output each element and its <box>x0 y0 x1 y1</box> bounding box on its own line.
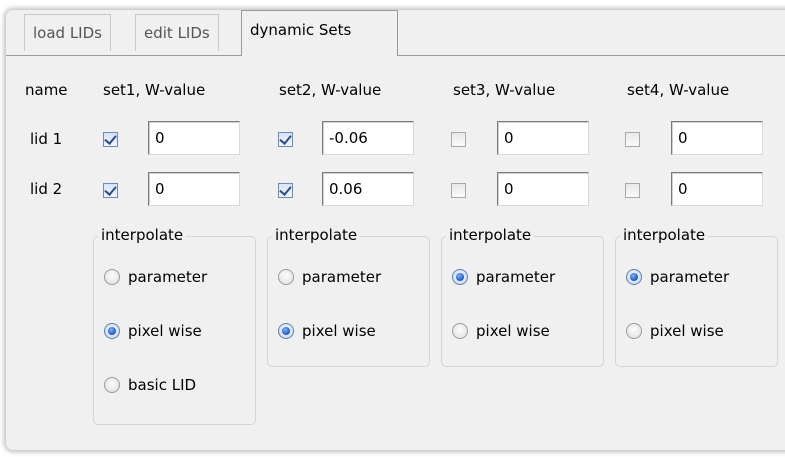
tab-bar: load LIDs edit LIDs dynamic Sets <box>0 0 785 56</box>
radio-set2-parameter[interactable] <box>278 269 294 285</box>
radio-label[interactable]: basic LID <box>128 375 196 395</box>
lid1-set3-checkbox[interactable] <box>451 132 466 147</box>
interpolate-group-set4: interpolate parameter pixel wise <box>615 225 778 367</box>
lid2-set4-value[interactable]: 0 <box>671 172 763 206</box>
lid2-set1-checkbox[interactable] <box>103 183 118 198</box>
lid1-set2-checkbox[interactable] <box>278 132 293 147</box>
radio-label[interactable]: parameter <box>128 267 207 287</box>
tab-dynamic-sets[interactable]: dynamic Sets <box>241 10 398 56</box>
radio-label[interactable]: pixel wise <box>128 321 202 341</box>
lid1-set3-value[interactable]: 0 <box>497 121 589 155</box>
radio-set1-basic-lid[interactable] <box>104 377 120 393</box>
radio-set3-parameter[interactable] <box>452 269 468 285</box>
lid1-set4-value[interactable]: 0 <box>671 121 763 155</box>
lid2-set3-value[interactable]: 0 <box>497 172 589 206</box>
lid1-set1-value[interactable]: 0 <box>148 121 240 155</box>
radio-set4-pixel-wise[interactable] <box>626 323 642 339</box>
lid2-set1-value[interactable]: 0 <box>148 172 240 206</box>
radio-set1-pixel-wise[interactable] <box>104 323 120 339</box>
lid2-set2-value[interactable]: 0.06 <box>322 172 414 206</box>
row-label-lid2: lid 2 <box>30 180 63 198</box>
interpolate-group-set2: interpolate parameter pixel wise <box>267 225 430 367</box>
group-title: interpolate <box>272 225 361 245</box>
lid2-set2-checkbox[interactable] <box>278 183 293 198</box>
radio-label[interactable]: parameter <box>302 267 381 287</box>
lid1-set2-value[interactable]: -0.06 <box>322 121 414 155</box>
interpolate-group-set1: interpolate parameter pixel wise basic L… <box>93 225 256 425</box>
radio-set3-pixel-wise[interactable] <box>452 323 468 339</box>
radio-label[interactable]: parameter <box>476 267 555 287</box>
radio-set2-pixel-wise[interactable] <box>278 323 294 339</box>
tab-edit-lids[interactable]: edit LIDs <box>135 14 219 51</box>
radio-label[interactable]: parameter <box>650 267 729 287</box>
lid1-set4-checkbox[interactable] <box>625 132 640 147</box>
group-title: interpolate <box>620 225 709 245</box>
set1-header: set1, W-value <box>103 81 206 99</box>
set4-header: set4, W-value <box>627 81 730 99</box>
set2-header: set2, W-value <box>279 81 382 99</box>
tab-load-lids[interactable]: load LIDs <box>24 14 111 51</box>
group-title: interpolate <box>446 225 535 245</box>
interpolate-group-set3: interpolate parameter pixel wise <box>441 225 604 367</box>
radio-label[interactable]: pixel wise <box>302 321 376 341</box>
name-header: name <box>25 81 68 99</box>
row-label-lid1: lid 1 <box>30 130 63 148</box>
lid1-set1-checkbox[interactable] <box>103 132 118 147</box>
radio-set4-parameter[interactable] <box>626 269 642 285</box>
group-title: interpolate <box>98 225 187 245</box>
radio-label[interactable]: pixel wise <box>650 321 724 341</box>
radio-set1-parameter[interactable] <box>104 269 120 285</box>
lid2-set4-checkbox[interactable] <box>625 183 640 198</box>
radio-label[interactable]: pixel wise <box>476 321 550 341</box>
set3-header: set3, W-value <box>453 81 556 99</box>
lid2-set3-checkbox[interactable] <box>451 183 466 198</box>
